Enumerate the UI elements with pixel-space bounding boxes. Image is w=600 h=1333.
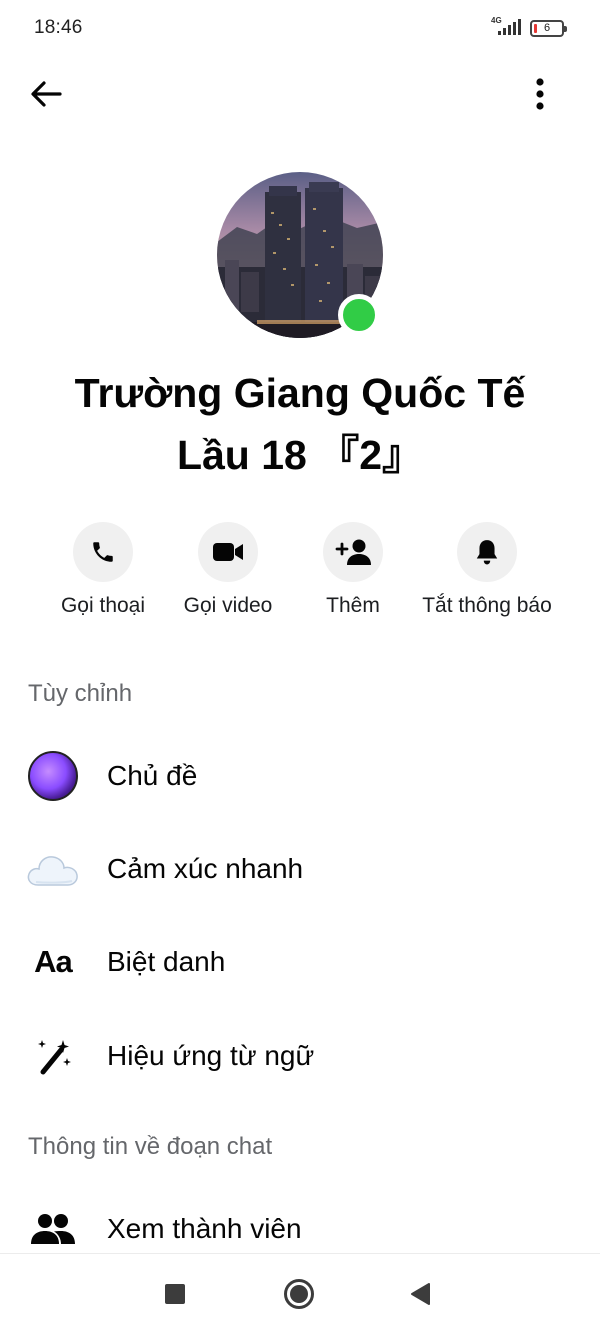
recents-button[interactable] [153,1272,197,1316]
people-icon [31,1214,75,1244]
more-vertical-icon [536,78,544,110]
list-item-theme[interactable]: Chủ đề [0,734,600,818]
list-item-nickname[interactable]: Aa Biệt danh [0,920,600,1004]
action-label: Gọi thoại [60,594,146,617]
more-options-button[interactable] [518,72,562,116]
phone-icon [93,542,113,562]
cloud-emoji-icon [27,856,78,886]
status-time: 18:46 [34,17,83,38]
theme-icon [28,751,78,801]
section-title-customize: Tùy chỉnh [28,680,133,707]
list-item-label: Hiệu ứng từ ngữ [107,1040,315,1071]
signal-icon [498,19,521,35]
list-item-label: Chủ đề [107,760,198,791]
bell-icon [476,540,498,565]
magic-wand-icon [38,1040,71,1075]
list-item-label: Biệt danh [107,946,226,977]
battery-icon: 6 [530,20,567,37]
action-label: Gọi video [183,594,273,617]
add-member-button[interactable]: Thêm [278,522,428,632]
online-status-dot [338,294,380,336]
action-label: Thêm [326,594,380,617]
home-button[interactable] [277,1272,321,1316]
arrow-left-icon [31,81,62,107]
video-camera-icon [213,543,243,561]
list-item-quick-reaction[interactable]: Cảm xúc nhanh [0,827,600,911]
home-circle-icon [284,1279,314,1309]
system-back-button[interactable] [398,1272,442,1316]
back-triangle-icon [411,1283,430,1305]
mute-notifications-button[interactable]: Tắt thông báo [412,522,562,632]
add-person-icon [335,539,371,565]
recents-square-icon [165,1284,185,1304]
battery-level: 6 [543,22,551,34]
contact-name: Trường Giang Quốc Tế Lầu 18 『2』 [74,370,526,478]
system-nav-bar [0,1253,600,1333]
list-item-label: Cảm xúc nhanh [107,853,304,884]
list-item-label: Xem thành viên [107,1213,302,1244]
list-item-word-effects[interactable]: Hiệu ứng từ ngữ [0,1014,600,1098]
action-label: Tắt thông báo [422,594,552,617]
aa-text-icon: Aa [34,944,73,979]
status-bar: 18:46 4G 6 [0,0,600,56]
action-row: Gọi thoại Gọi video Thêm Tắt thông báo [0,522,600,632]
back-button[interactable] [24,72,68,116]
section-title-chat-info: Thông tin về đoạn chat [28,1133,273,1160]
